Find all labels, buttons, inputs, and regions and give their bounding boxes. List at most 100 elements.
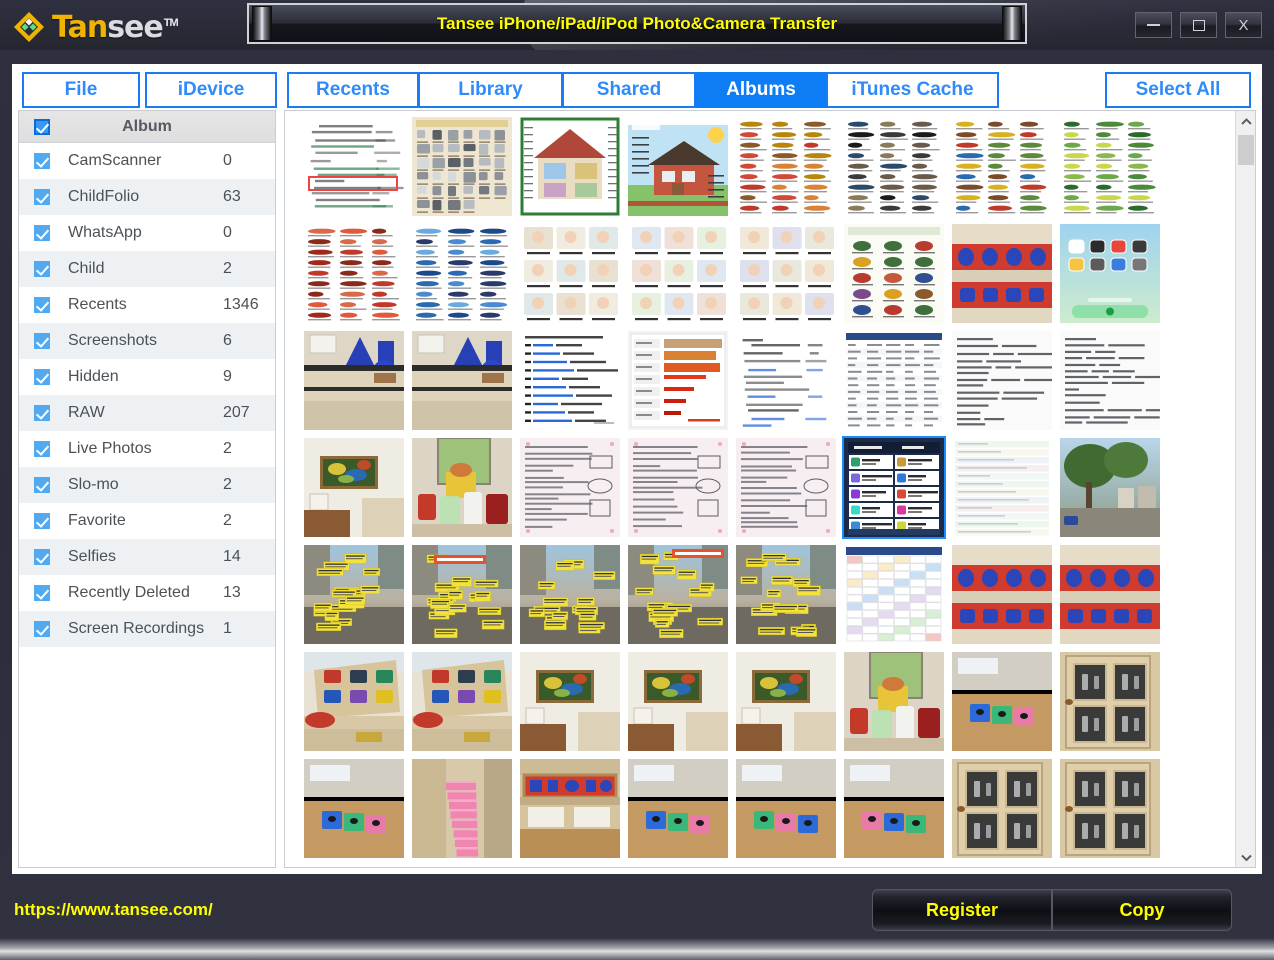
photo-thumbnail[interactable]: [947, 222, 1055, 325]
photo-thumbnail[interactable]: [947, 543, 1055, 646]
photo-thumbnail[interactable]: [947, 757, 1055, 860]
tab-itunes-cache[interactable]: iTunes Cache: [826, 72, 999, 108]
photo-thumbnail[interactable]: [731, 650, 839, 753]
album-row[interactable]: Screenshots 6: [19, 323, 275, 359]
tab-shared[interactable]: Shared: [562, 72, 696, 108]
album-checkbox[interactable]: [34, 189, 50, 205]
tab-albums[interactable]: Albums: [695, 72, 827, 108]
album-checkbox[interactable]: [34, 405, 50, 421]
tab-library[interactable]: Library: [418, 72, 563, 108]
album-list-header[interactable]: Album: [19, 111, 275, 143]
photo-thumbnail[interactable]: [947, 650, 1055, 753]
minimize-button[interactable]: [1135, 12, 1172, 38]
photo-thumbnail[interactable]: [839, 436, 947, 539]
photo-thumbnail[interactable]: [623, 650, 731, 753]
photo-thumbnail[interactable]: [731, 115, 839, 218]
album-row[interactable]: WhatsApp 0: [19, 215, 275, 251]
photo-thumbnail[interactable]: [947, 436, 1055, 539]
website-link[interactable]: https://www.tansee.com/: [14, 900, 213, 920]
album-checkbox[interactable]: [34, 333, 50, 349]
photo-thumbnail[interactable]: [731, 436, 839, 539]
album-checkbox[interactable]: [34, 153, 50, 169]
photo-thumbnail[interactable]: [1055, 436, 1163, 539]
photo-thumbnail[interactable]: [623, 543, 731, 646]
maximize-button[interactable]: [1180, 12, 1217, 38]
close-button[interactable]: X: [1225, 12, 1262, 38]
photo-thumbnail[interactable]: [407, 650, 515, 753]
photo-thumbnail[interactable]: [731, 222, 839, 325]
photo-thumbnail[interactable]: [839, 757, 947, 860]
album-checkbox[interactable]: [34, 621, 50, 637]
photo-thumbnail[interactable]: [407, 329, 515, 432]
album-checkbox[interactable]: [34, 369, 50, 385]
photo-thumbnail[interactable]: [839, 329, 947, 432]
photo-thumbnail[interactable]: [947, 329, 1055, 432]
photo-thumbnail[interactable]: [1055, 222, 1163, 325]
photo-thumbnail[interactable]: [839, 543, 947, 646]
tab-recents[interactable]: Recents: [287, 72, 419, 108]
album-row[interactable]: Child 2: [19, 251, 275, 287]
photo-thumbnail[interactable]: [623, 115, 731, 218]
album-row[interactable]: CamScanner 0: [19, 143, 275, 179]
album-checkbox[interactable]: [34, 297, 50, 313]
album-checkbox[interactable]: [34, 549, 50, 565]
register-button[interactable]: Register: [872, 889, 1052, 931]
photo-thumbnail[interactable]: [731, 543, 839, 646]
album-checkbox[interactable]: [34, 477, 50, 493]
photo-thumbnail[interactable]: [515, 115, 623, 218]
photo-thumbnail[interactable]: [623, 222, 731, 325]
photo-thumbnail[interactable]: [407, 115, 515, 218]
album-row[interactable]: Live Photos 2: [19, 431, 275, 467]
photo-thumbnail[interactable]: [407, 543, 515, 646]
photo-thumbnail[interactable]: [1055, 757, 1163, 860]
scrollbar-thumb[interactable]: [1238, 135, 1254, 165]
photo-thumbnail[interactable]: [731, 757, 839, 860]
album-row[interactable]: Favorite 2: [19, 503, 275, 539]
photo-thumbnail[interactable]: [299, 222, 407, 325]
photo-thumbnail[interactable]: [299, 650, 407, 753]
album-checkbox[interactable]: [34, 225, 50, 241]
album-row[interactable]: ChildFolio 63: [19, 179, 275, 215]
photo-thumbnail[interactable]: [515, 757, 623, 860]
grid-scrollbar[interactable]: [1235, 111, 1255, 867]
photo-thumbnail[interactable]: [407, 222, 515, 325]
photo-thumbnail[interactable]: [839, 650, 947, 753]
select-all-button[interactable]: Select All: [1105, 72, 1251, 108]
photo-thumbnail[interactable]: [623, 329, 731, 432]
photo-thumbnail[interactable]: [299, 757, 407, 860]
album-checkbox[interactable]: [34, 441, 50, 457]
album-row[interactable]: Hidden 9: [19, 359, 275, 395]
album-checkbox[interactable]: [34, 585, 50, 601]
album-row[interactable]: Recents 1346: [19, 287, 275, 323]
photo-thumbnail[interactable]: [839, 222, 947, 325]
photo-thumbnail[interactable]: [299, 329, 407, 432]
album-row[interactable]: Recently Deleted 13: [19, 575, 275, 611]
album-row[interactable]: RAW 207: [19, 395, 275, 431]
photo-thumbnail[interactable]: [1055, 329, 1163, 432]
photo-thumbnail[interactable]: [623, 757, 731, 860]
tab-file[interactable]: File: [22, 72, 140, 108]
photo-thumbnail[interactable]: [1055, 115, 1163, 218]
album-row[interactable]: Slo-mo 2: [19, 467, 275, 503]
tab-idevice[interactable]: iDevice: [145, 72, 277, 108]
photo-thumbnail[interactable]: [299, 543, 407, 646]
photo-thumbnail[interactable]: [515, 650, 623, 753]
album-row[interactable]: Selfies 14: [19, 539, 275, 575]
photo-thumbnail[interactable]: [1055, 650, 1163, 753]
photo-thumbnail[interactable]: [515, 329, 623, 432]
scroll-down-button[interactable]: [1236, 847, 1255, 867]
photo-thumbnail[interactable]: [515, 543, 623, 646]
photo-thumbnail[interactable]: [299, 115, 407, 218]
photo-thumbnail[interactable]: [623, 436, 731, 539]
photo-thumbnail[interactable]: [731, 329, 839, 432]
photo-thumbnail[interactable]: [515, 436, 623, 539]
photo-thumbnail[interactable]: [1055, 543, 1163, 646]
copy-button[interactable]: Copy: [1052, 889, 1232, 931]
album-row[interactable]: Screen Recordings 1: [19, 611, 275, 647]
photo-thumbnail[interactable]: [407, 757, 515, 860]
album-checkbox[interactable]: [34, 513, 50, 529]
photo-thumbnail[interactable]: [947, 115, 1055, 218]
photo-thumbnail[interactable]: [515, 222, 623, 325]
photo-thumbnail[interactable]: [839, 115, 947, 218]
photo-thumbnail[interactable]: [407, 436, 515, 539]
